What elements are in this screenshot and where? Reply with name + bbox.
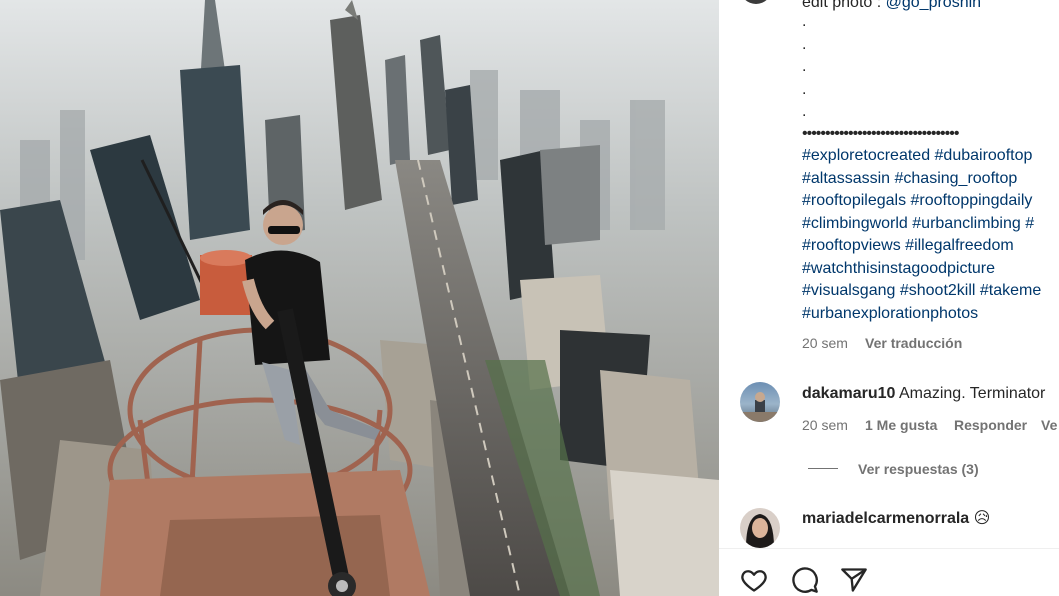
actions-divider xyxy=(719,548,1059,549)
hashtag-line[interactable]: #climbingworld #urbanclimbing # xyxy=(802,213,1034,235)
comment-timestamp[interactable]: 20 sem xyxy=(802,414,848,436)
post-photo[interactable] xyxy=(0,0,719,596)
translate-button[interactable]: Ver traducción xyxy=(865,332,962,354)
share-button[interactable] xyxy=(838,564,870,596)
replies-divider-line xyxy=(808,468,838,469)
hashtag-line[interactable]: #visualsgang #shoot2kill #takeme xyxy=(802,280,1041,302)
comment-reply-button[interactable]: Responder xyxy=(954,414,1027,436)
caption-dot-line: . xyxy=(802,81,807,98)
caption-dot-line: . xyxy=(802,58,807,75)
caption-edit-handle-link[interactable]: @go_proshin xyxy=(886,0,981,11)
author-avatar[interactable] xyxy=(740,0,772,4)
comment-username-link[interactable]: mariadelcarmenorrala xyxy=(802,510,969,527)
comment-text: Amazing. Terminator xyxy=(898,385,1046,402)
rooftop-selfie-image xyxy=(0,0,719,596)
comment-body: mariadelcarmenorrala 😥 xyxy=(802,508,990,530)
caption-timestamp[interactable]: 20 sem xyxy=(802,332,848,354)
hashtag-line[interactable]: #rooftopviews #illegalfreedom xyxy=(802,235,1014,257)
comment-text: 😥 xyxy=(973,510,991,527)
comments-panel: edit photo : @go_proshin . . . . . •••••… xyxy=(719,0,1059,596)
hashtag-line[interactable]: #altassassin #chasing_rooftop xyxy=(802,168,1017,190)
comment-more-button[interactable]: Ve xyxy=(1041,414,1057,436)
comment-username-link[interactable]: dakamaru10 xyxy=(802,385,895,402)
hashtag-line[interactable]: #exploretocreated #dubairooftop xyxy=(802,145,1032,167)
hashtag-line[interactable]: #rooftopilegals #rooftoppingdaily xyxy=(802,190,1032,212)
caption-dot-line: . xyxy=(802,103,807,120)
avatar-photo-icon xyxy=(746,514,774,548)
heart-icon xyxy=(741,570,767,592)
hashtag-line[interactable]: #urbanexplorationphotos xyxy=(802,303,978,325)
commenter-avatar[interactable] xyxy=(740,508,780,548)
commenter-avatar[interactable] xyxy=(740,382,780,422)
comment-bubble-icon xyxy=(792,567,818,593)
hashtag-line[interactable]: #watchthisinstagoodpicture xyxy=(802,258,995,280)
caption-edit-credit: edit photo : @go_proshin xyxy=(802,0,981,14)
comment-button[interactable] xyxy=(789,564,821,596)
comment-body: dakamaru10 Amazing. Terminator xyxy=(802,383,1045,405)
avatar-photo-icon xyxy=(740,392,780,422)
caption-dot-line: . xyxy=(802,13,807,30)
caption-dot-line: . xyxy=(802,36,807,53)
caption-separator: •••••••••••••••••••••••••••••••••• xyxy=(802,125,959,142)
view-replies-button[interactable]: Ver respuestas (3) xyxy=(858,458,979,480)
paper-plane-icon xyxy=(841,568,867,592)
like-button[interactable] xyxy=(738,564,770,596)
caption-edit-prefix: edit photo : xyxy=(802,0,886,11)
comment-likes-count[interactable]: 1 Me gusta xyxy=(865,414,937,436)
